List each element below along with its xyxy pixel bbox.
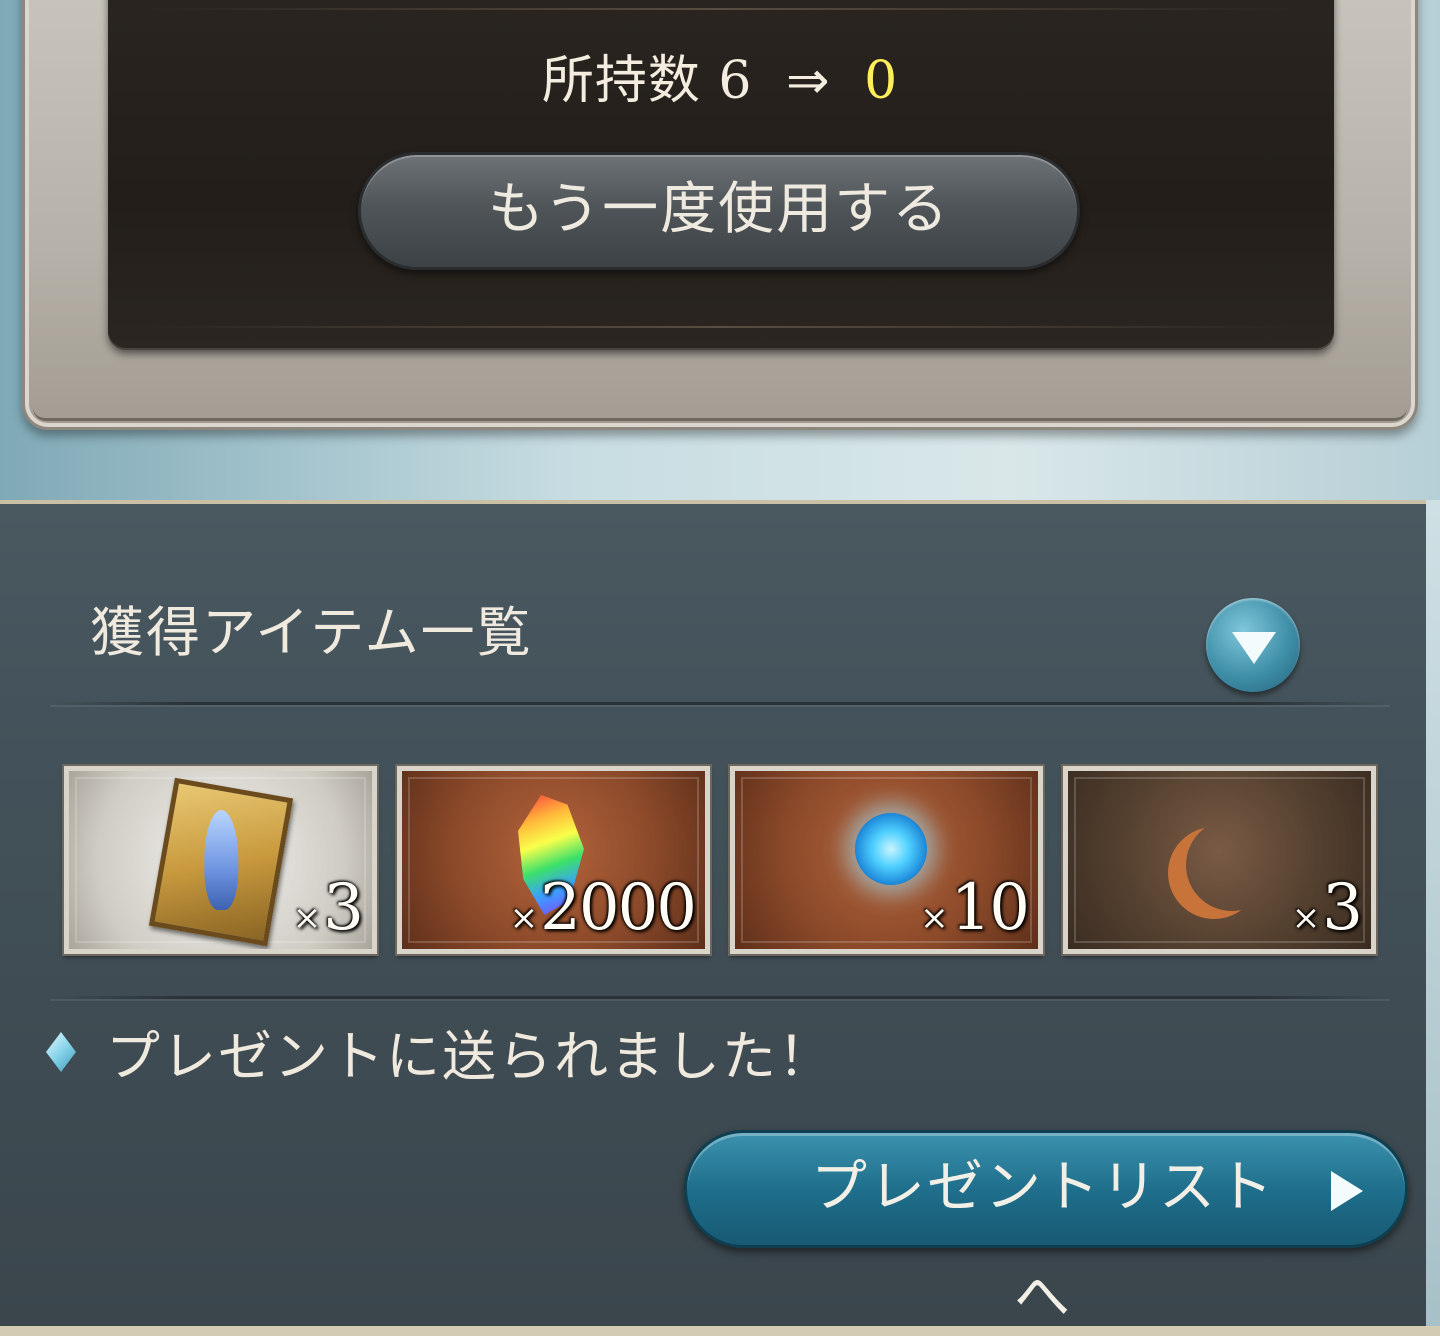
item-quantity: ×3 (292, 871, 364, 945)
item-quantity: ×2000 (509, 871, 697, 945)
arrow-icon: ⇒ (785, 51, 831, 111)
divider (50, 702, 1390, 705)
crystal-ticket-icon (148, 777, 294, 947)
rewards-title: 獲得アイテム一覧 (90, 601, 533, 664)
item-quantity: ×3 (1291, 871, 1363, 945)
sent-notice: プレゼントに送られました！ (106, 1025, 834, 1088)
owned-count-before: 6 (718, 51, 753, 111)
play-arrow-icon (1331, 1171, 1363, 1211)
owned-count-after: 0 (864, 51, 899, 111)
crescent-moon-icon (1186, 819, 1278, 911)
present-list-button[interactable]: プレゼントリストへ (684, 1130, 1408, 1330)
dialog-divider-top (140, 8, 1300, 10)
item-quantity: ×10 (920, 871, 1030, 945)
use-again-button[interactable]: もう一度使用する (358, 152, 1080, 270)
divider (50, 996, 1390, 999)
owned-count-label: 所持数 (541, 51, 701, 111)
reward-item[interactable]: ×2000 (395, 764, 712, 956)
dialog-divider-bottom (140, 326, 1300, 328)
right-edge (1426, 500, 1440, 1336)
reward-items-list: ×3 ×2000 ×10 ×3 (62, 764, 1378, 956)
collapse-button[interactable] (1206, 598, 1300, 692)
owned-count: 所持数 6 ⇒ 0 (0, 38, 1440, 113)
present-list-label: プレゼントリストへ (811, 1155, 1275, 1330)
bottom-strip (0, 1326, 1440, 1336)
triangle-down-icon (1232, 632, 1276, 664)
reward-item[interactable]: ×3 (62, 764, 379, 956)
reward-item[interactable]: ×3 (1061, 764, 1378, 956)
reward-item[interactable]: ×10 (728, 764, 1045, 956)
blue-orb-icon (855, 813, 927, 885)
